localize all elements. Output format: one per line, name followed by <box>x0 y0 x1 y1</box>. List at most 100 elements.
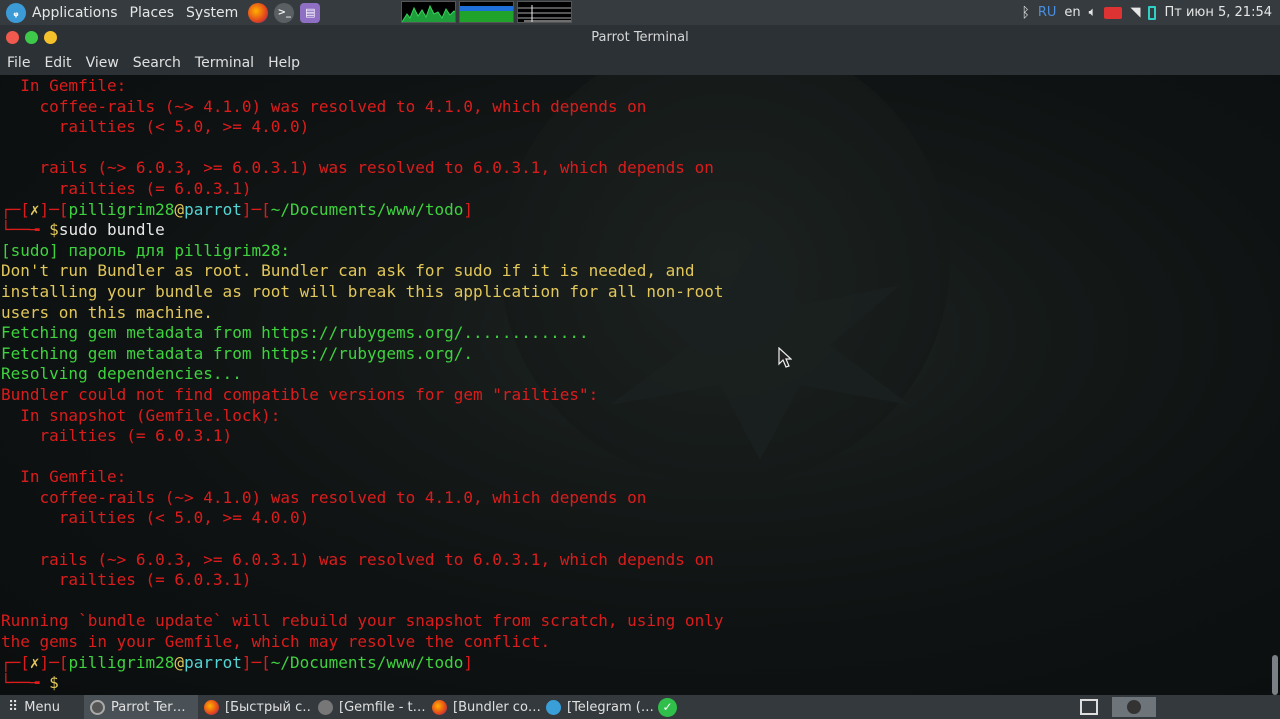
system-tray: ᛒ RU en 🔈︎ ◥ Пт июн 5, 21:54 <box>1021 0 1280 25</box>
terminal-text-segment: In snapshot (Gemfile.lock): <box>1 405 281 425</box>
volume-icon[interactable]: 🔈︎ <box>1089 5 1097 20</box>
firefox-icon <box>432 699 447 715</box>
menu-help[interactable]: Help <box>268 55 300 71</box>
taskbar-task-label: Parrot Ter… <box>111 699 186 715</box>
terminal-line: └──╼ $sudo bundle <box>1 220 723 241</box>
terminal-text-segment: ~/Documents/www/todo <box>270 652 464 672</box>
terminal-text-segment: sudo bundle <box>58 220 165 240</box>
terminal-line: Resolving dependencies... <box>1 364 723 385</box>
terminal-text-segment: ✗ <box>29 652 40 672</box>
terminal-text-segment: [sudo] пароль для pilligrim28: <box>1 240 290 260</box>
clock[interactable]: Пт июн 5, 21:54 <box>1164 5 1272 20</box>
terminal-line: railties (< 5.0, >= 4.0.0) <box>1 508 723 529</box>
menu-view[interactable]: View <box>86 55 119 71</box>
parrot-logo-icon: ᵩ <box>6 2 26 23</box>
taskbar-task[interactable]: [Gemfile - t… <box>312 695 426 719</box>
terminal-mini-icon <box>1127 700 1141 714</box>
taskbar-task[interactable]: [Bundler co… <box>426 695 540 719</box>
keyboard-layout[interactable]: en <box>1064 5 1080 20</box>
taskbar-task[interactable]: [Быстрый с… <box>198 695 312 719</box>
terminal-text-segment: ]─[ <box>241 652 271 672</box>
terminal-text-segment: parrot <box>184 199 242 219</box>
terminal-text-segment: In Gemfile: <box>1 467 127 487</box>
terminal-text-segment: $ <box>49 220 59 240</box>
terminal-text-segment: railties (= 6.0.3.1) <box>1 570 252 590</box>
terminal-launcher-icon[interactable]: >_ <box>274 2 295 23</box>
terminal-text-segment: Resolving dependencies... <box>1 364 242 384</box>
terminal-text-segment: └──╼ <box>1 220 50 240</box>
top-panel: ᵩ Applications Places System >_ ▤ ᛒ RU e… <box>0 0 1280 25</box>
menu-terminal[interactable]: Terminal <box>195 55 254 71</box>
terminal-text-segment: coffee-rails (~> 4.1.0) was resolved to … <box>1 96 647 116</box>
firefox-icon <box>204 699 219 715</box>
taskbar-task-label: [Telegram (… <box>567 699 654 715</box>
terminal-scrollbar[interactable] <box>1272 655 1278 695</box>
text-editor-launcher-icon[interactable]: ▤ <box>300 2 321 23</box>
taskbar-task[interactable]: [Telegram (… <box>540 695 654 719</box>
terminal-text-segment: ] <box>463 199 474 219</box>
terminal-text-segment: railties (= 6.0.3.1) <box>1 178 252 198</box>
taskbar-task-label: [Bundler co… <box>453 699 540 715</box>
terminal-text-segment: installing your bundle as root will brea… <box>1 281 724 301</box>
battery-icon[interactable] <box>1148 5 1157 20</box>
places-menu[interactable]: Places <box>124 0 181 25</box>
taskbar-task-label: [Быстрый с… <box>225 699 312 715</box>
terminal-area[interactable]: In Gemfile: coffee-rails (~> 4.1.0) was … <box>0 75 1280 695</box>
notification-icon[interactable] <box>1104 6 1123 19</box>
grid-menu-icon: ⠿ <box>8 699 19 715</box>
workspace-switcher-icon[interactable] <box>1080 699 1098 715</box>
window-titlebar[interactable]: Parrot Terminal <box>0 25 1280 51</box>
cpu-monitor-graph <box>401 1 456 23</box>
system-label: System <box>186 4 239 21</box>
terminal-text-segment: pilligrim28 <box>68 199 175 219</box>
applications-menu[interactable]: ᵩ Applications <box>0 0 124 25</box>
menu-edit[interactable]: Edit <box>44 55 71 71</box>
terminal-line: In Gemfile: <box>1 76 723 97</box>
bluetooth-icon[interactable]: ᛒ <box>1021 5 1029 21</box>
firefox-launcher-icon[interactable] <box>248 2 269 23</box>
terminal-line: In Gemfile: <box>1 467 723 488</box>
wifi-icon[interactable]: ◥ <box>1130 5 1140 20</box>
terminal-text-segment: Fetching gem metadata from https://rubyg… <box>1 343 474 363</box>
menu-search[interactable]: Search <box>133 55 181 71</box>
terminal-line: railties (= 6.0.3.1) <box>1 179 723 200</box>
terminal-text-segment: users on this machine. <box>1 302 213 322</box>
terminal-text-segment: ┌─[ <box>1 199 30 219</box>
taskbar-task[interactable]: Parrot Ter… <box>84 695 198 719</box>
window-title: Parrot Terminal <box>591 30 689 45</box>
terminal-line: Fetching gem metadata from https://rubyg… <box>1 344 723 365</box>
terminal-line: rails (~> 6.0.3, >= 6.0.3.1) was resolve… <box>1 158 723 179</box>
terminal-line: railties (= 6.0.3.1) <box>1 426 723 447</box>
terminal-line: ┌─[✗]─[pilligrim28@parrot]─[~/Documents/… <box>1 653 723 674</box>
terminal-text-segment: ]─[ <box>39 199 69 219</box>
terminal-text-segment: rails (~> 6.0.3, >= 6.0.3.1) was resolve… <box>1 549 714 569</box>
terminal-text-segment: @ <box>174 199 185 219</box>
terminal-text-segment: railties (< 5.0, >= 4.0.0) <box>1 117 310 137</box>
active-workspace-indicator[interactable] <box>1112 697 1156 717</box>
task-list: Parrot Ter… [Быстрый с… [Gemfile - t… [Bund… <box>84 695 654 719</box>
cpu-graph-icon <box>402 4 455 22</box>
terminal-line: installing your bundle as root will brea… <box>1 282 723 303</box>
terminal-line: coffee-rails (~> 4.1.0) was resolved to … <box>1 488 723 509</box>
terminal-text-segment: $ <box>49 673 59 693</box>
terminal-text-segment: Don't run Bundler as root. Bundler can a… <box>1 261 695 281</box>
menu-button[interactable]: ⠿ Menu <box>0 695 84 719</box>
menu-file[interactable]: File <box>7 55 30 71</box>
terminal-line: coffee-rails (~> 4.1.0) was resolved to … <box>1 97 723 118</box>
terminal-text-segment: ] <box>463 652 474 672</box>
terminal-text-segment: Fetching gem metadata from https://rubyg… <box>1 323 589 343</box>
terminal-text-segment: railties (< 5.0, >= 4.0.0) <box>1 508 310 528</box>
check-status-icon[interactable]: ✓ <box>658 697 677 717</box>
terminal-line: railties (< 5.0, >= 4.0.0) <box>1 117 723 138</box>
editor-icon <box>318 699 333 715</box>
applications-label: Applications <box>32 4 118 21</box>
terminal-line: └──╼ $ <box>1 673 723 694</box>
system-menu[interactable]: System <box>180 0 244 25</box>
taskbar-task-label: [Gemfile - t… <box>339 699 426 715</box>
terminal-line: users on this machine. <box>1 303 723 324</box>
terminal-text-segment: Running `bundle update` will rebuild you… <box>1 611 724 631</box>
keyboard-lang-code[interactable]: RU <box>1038 5 1057 20</box>
terminal-text-segment: ┌─[ <box>1 652 30 672</box>
